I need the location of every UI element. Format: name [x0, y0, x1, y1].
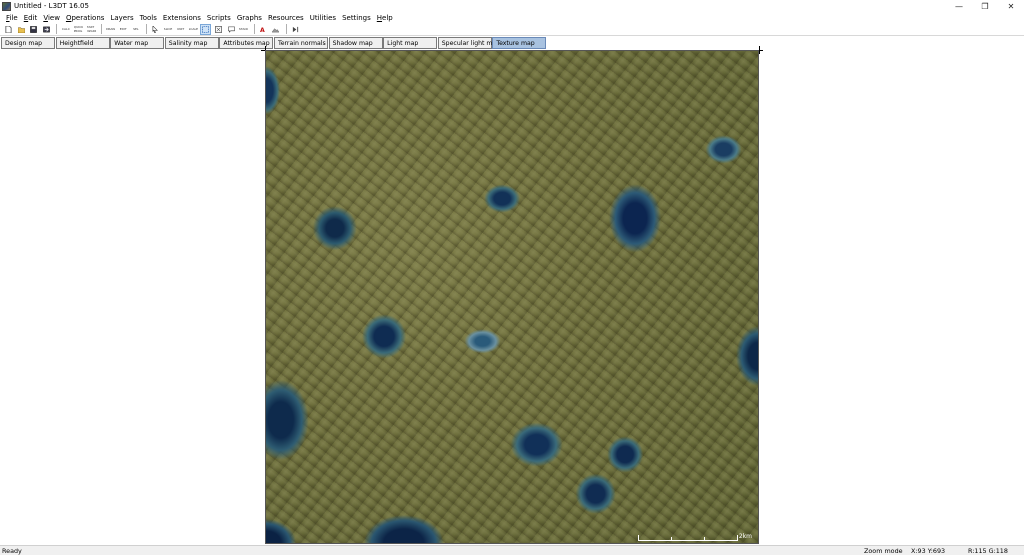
restore-button[interactable]: ❐ [972, 0, 998, 12]
close-button[interactable]: ✕ [998, 0, 1024, 12]
tab-salinity-map[interactable]: Salinity map [164, 37, 219, 49]
save-icon[interactable] [28, 24, 39, 35]
edit-tool-label: EDIT [119, 27, 127, 31]
open-folder-icon[interactable] [16, 24, 27, 35]
terrain-texture-image[interactable] [266, 51, 758, 543]
scale-label-btn: SCALE [188, 27, 199, 31]
window-controls: — ❐ ✕ [946, 0, 1024, 12]
stack-label: STACK [238, 27, 249, 31]
menu-help[interactable]: Help [374, 14, 396, 22]
menu-extensions[interactable]: Extensions [160, 14, 204, 22]
mountain-icon[interactable] [270, 24, 281, 35]
minimize-button[interactable]: — [946, 0, 972, 12]
menu-file[interactable]: File [3, 14, 21, 22]
menu-resources[interactable]: Resources [265, 14, 307, 22]
select-button[interactable]: SEL [130, 24, 141, 35]
menu-utilities[interactable]: Utilities [307, 14, 339, 22]
edit-tool-button[interactable]: EDIT [118, 24, 129, 35]
unit-label: UNIT [177, 27, 185, 31]
toolbar-separator [56, 24, 58, 34]
menu-settings[interactable]: Settings [339, 14, 374, 22]
menu-layers[interactable]: Layers [107, 14, 136, 22]
zoom-select-icon[interactable] [200, 23, 212, 35]
tab-light-map[interactable]: Light map [383, 37, 438, 49]
menu-graphs[interactable]: Graphs [234, 14, 265, 22]
scale-button[interactable]: SCALE [188, 24, 199, 35]
calc-button[interactable]: CALC [60, 24, 71, 35]
tab-specular-light-map[interactable]: Specular light map [437, 37, 500, 49]
tab-shadow-map[interactable]: Shadow map [328, 37, 383, 49]
tab-heightfield[interactable]: Heightfield [55, 37, 110, 49]
toolbar-separator [101, 24, 103, 34]
window-title: Untitled - L3DT 16.05 [14, 2, 89, 10]
toolbar: CALC QUICK PROG START WIZARD DRAW EDIT S… [0, 23, 1024, 36]
pointer-icon[interactable] [150, 24, 161, 35]
play-icon[interactable] [290, 24, 301, 35]
menu-view[interactable]: View [40, 14, 63, 22]
export-icon[interactable] [41, 24, 52, 35]
texture-map-canvas[interactable]: 2km [265, 50, 759, 544]
tab-terrain-normals[interactable]: Terrain normals [273, 37, 328, 49]
menu-operations[interactable]: Operations [63, 14, 108, 22]
menu-bar: File Edit View Operations Layers Tools E… [0, 12, 1024, 23]
zoom-fit-icon[interactable] [213, 24, 224, 35]
text-tool-icon[interactable]: A [258, 24, 269, 35]
menu-edit[interactable]: Edit [21, 14, 41, 22]
tab-texture-map[interactable]: Texture map [492, 37, 547, 49]
svg-text:A: A [260, 27, 265, 33]
stack-share-button[interactable]: STACK [238, 24, 249, 35]
tab-water-map[interactable]: Water map [110, 37, 165, 49]
map-scale-label: 2km [738, 533, 752, 540]
draw-label: DRAW [106, 27, 116, 31]
draw-button[interactable]: DRAW [105, 24, 116, 35]
status-ready: Ready [2, 547, 22, 555]
status-coords: X:93 Y:693 [911, 547, 946, 555]
slice-label: SLICE [163, 27, 173, 31]
quick-prog-label: QUICK PROG [73, 25, 84, 33]
app-icon [2, 1, 11, 11]
toolbar-separator [145, 24, 147, 34]
select-label: SEL [133, 27, 139, 31]
slice-button[interactable]: SLICE [163, 24, 174, 35]
tab-design-map[interactable]: Design map [1, 37, 55, 49]
toolbar-separator [253, 24, 255, 34]
start-wizard-label: START WIZARD [85, 25, 96, 33]
map-tabs: Design map Heightfield Water map Salinit… [1, 37, 547, 49]
quick-prog-button[interactable]: QUICK PROG [73, 24, 84, 35]
map-scale-bar [638, 535, 738, 541]
comment-icon[interactable] [226, 24, 237, 35]
toolbar-separator [285, 24, 287, 34]
status-rgb: R:115 G:118 B:73 [968, 547, 1008, 555]
new-file-icon[interactable] [3, 24, 14, 35]
unit-button[interactable]: UNIT [175, 24, 186, 35]
status-bar: Ready Zoom mode X:93 Y:693 R:115 G:118 B… [0, 545, 1024, 555]
calc-label: CALC [61, 27, 70, 31]
title-bar: Untitled - L3DT 16.05 — ❐ ✕ [0, 0, 1024, 12]
menu-scripts[interactable]: Scripts [204, 14, 234, 22]
status-mode: Zoom mode [864, 547, 903, 555]
menu-tools[interactable]: Tools [137, 14, 160, 22]
start-wizard-button[interactable]: START WIZARD [86, 24, 97, 35]
